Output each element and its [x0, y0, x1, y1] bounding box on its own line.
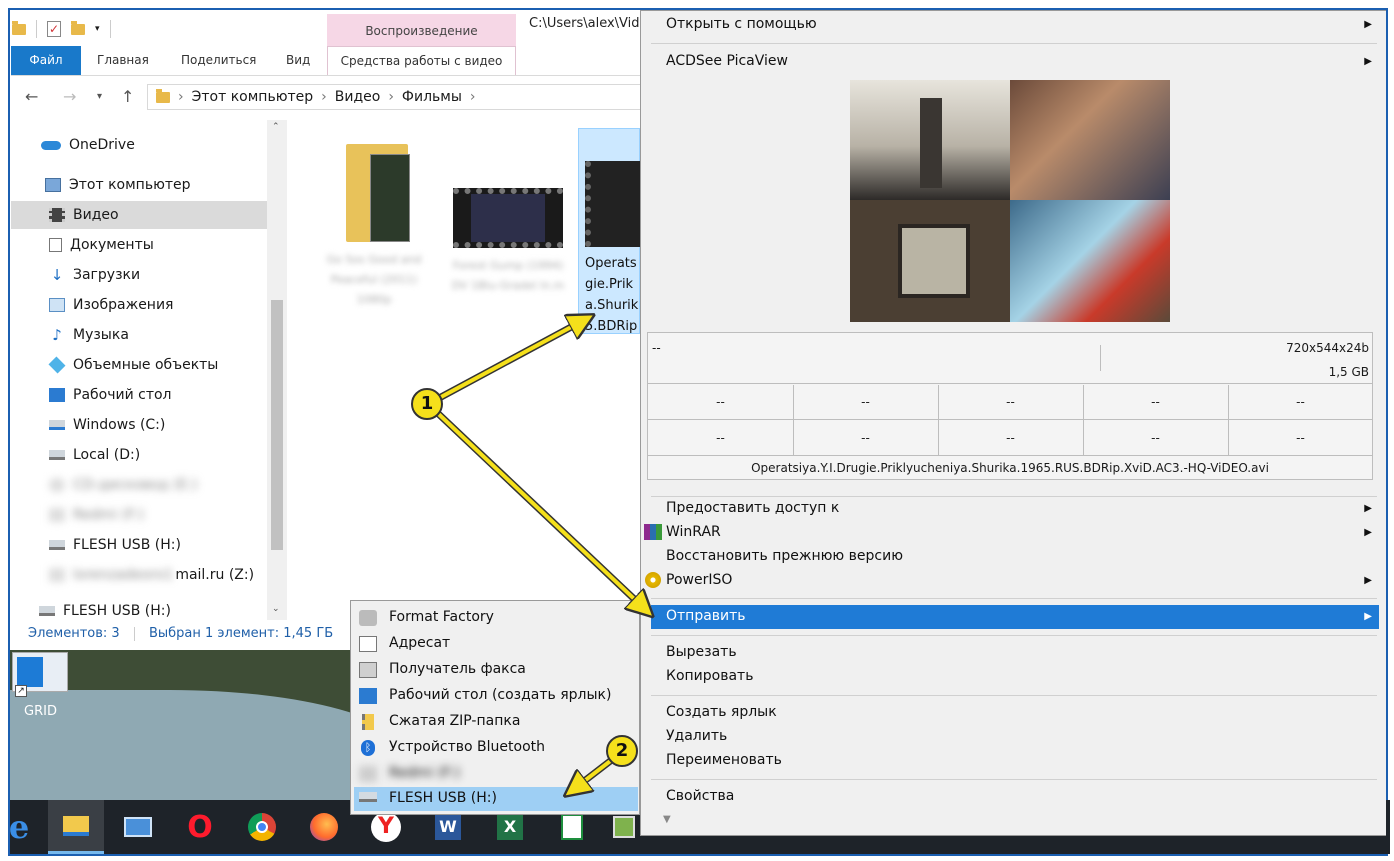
arrow-to-file: [427, 318, 588, 406]
arrow-to-send-to: [426, 402, 648, 612]
step-badge-2: 2: [606, 735, 638, 767]
annotation-arrows: [424, 0, 1394, 861]
step-badge-1: 1: [411, 388, 443, 420]
